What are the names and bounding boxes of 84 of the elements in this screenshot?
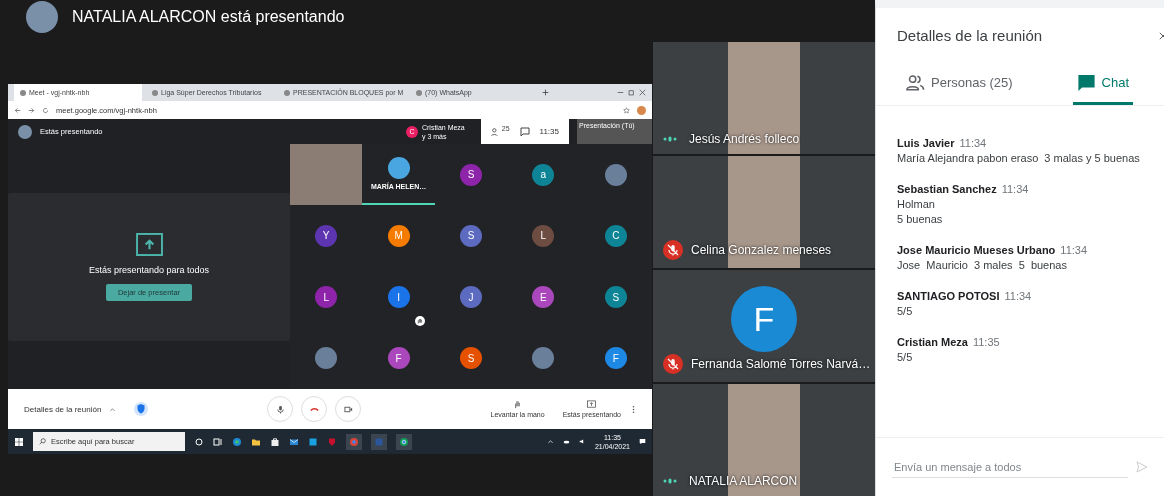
meeting-details-link[interactable]: Detalles de la reunión (24, 404, 102, 414)
message-text: María Alejandra pabon eraso 3 malas y 5 buenas (897, 152, 1141, 164)
letter-avatar: L (532, 224, 555, 247)
participant-name: Fernanda Salomé Torres Narvá… (691, 357, 871, 371)
shopping-bag-icon[interactable] (270, 436, 280, 447)
profile-avatar[interactable] (637, 105, 646, 115)
letter-avatar: E (532, 286, 555, 309)
avatar-picture (315, 347, 338, 370)
app-tile-icon[interactable] (308, 436, 318, 447)
message-time: 11:34 (1004, 290, 1032, 302)
message-text: 5 buenas (897, 213, 944, 225)
camera-icon[interactable] (343, 404, 353, 414)
message-time: 11:35 (972, 336, 1000, 348)
message-time: 11:34 (1060, 244, 1088, 256)
clock-time: 11:35 (539, 127, 559, 136)
presenter-label: NATALIA ALARCON está presentando (72, 8, 345, 26)
letter-avatar: I (387, 286, 410, 309)
message-sender: Cristian Meza (897, 336, 968, 348)
shield-icon[interactable] (327, 436, 337, 447)
letter-avatar: S (460, 347, 482, 370)
cloud-icon[interactable] (562, 438, 570, 445)
plus-icon[interactable] (542, 89, 549, 96)
message-sender: Luis Javier (897, 137, 955, 149)
participant-name: Celina Gonzalez meneses (691, 243, 832, 257)
letter-avatar: Y (315, 224, 338, 247)
letter-avatar: F (604, 347, 627, 370)
letter-avatar: F (731, 286, 797, 352)
star-icon[interactable] (623, 106, 630, 114)
back-arrow-icon[interactable] (14, 106, 21, 114)
avatar-picture (532, 347, 555, 370)
panel-title: Detalles de la reunión (897, 27, 1044, 44)
letter-avatar: M (387, 224, 410, 247)
raised-hand-icon (414, 315, 425, 326)
panel-tab[interactable]: Chat (1072, 63, 1133, 105)
message-text: 5/5 (897, 351, 914, 363)
close-icon[interactable] (639, 89, 646, 96)
avatar-picture (387, 157, 410, 180)
circle-icon[interactable] (194, 436, 204, 447)
user-avatar (18, 124, 32, 139)
letter-avatar: C (604, 224, 627, 247)
hand-icon[interactable] (513, 400, 523, 409)
letter-avatar: J (460, 286, 482, 309)
message-sender: SANTIAGO POTOSI (897, 290, 1000, 302)
people-icon[interactable] (906, 73, 925, 92)
chat-icon[interactable] (519, 126, 530, 137)
reload-icon[interactable] (42, 106, 49, 114)
browser-icon[interactable] (346, 433, 362, 450)
present-screen-icon (135, 232, 163, 256)
browser-icon[interactable] (396, 433, 412, 450)
search-icon[interactable] (39, 438, 46, 445)
presenter-avatar (26, 1, 58, 33)
letter-avatar: a (532, 163, 555, 186)
notification-icon[interactable] (639, 438, 646, 445)
letter-avatar: L (315, 286, 338, 309)
letter-avatar: S (460, 224, 482, 247)
present-screen-icon[interactable] (587, 400, 597, 409)
shield-icon[interactable] (134, 401, 149, 417)
restore-icon[interactable] (628, 89, 635, 96)
browser-icon[interactable] (232, 436, 242, 447)
message-time: 11:34 (959, 137, 987, 149)
minimize-icon[interactable] (617, 89, 624, 96)
letter-avatar: S (604, 286, 627, 309)
message-text: 5/5 (897, 305, 914, 317)
participant-name: NATALIA ALARCON (689, 474, 798, 488)
people-icon[interactable] (490, 126, 501, 137)
message-text: Holman (897, 198, 936, 210)
avatar-picture (604, 163, 627, 186)
forward-arrow-icon[interactable] (28, 106, 35, 114)
presenting-message: Estás presentando para todos (88, 264, 210, 275)
chat-icon[interactable] (1076, 73, 1096, 92)
letter-avatar: S (460, 163, 482, 186)
panel-tab[interactable]: Personas (25) (902, 63, 1017, 105)
mail-icon[interactable] (289, 436, 299, 447)
message-sender: Sebastian Sanchez (897, 183, 997, 195)
message-text: Jose Mauricio 3 males 5 buenas (897, 259, 1068, 271)
windows-logo-icon[interactable] (14, 436, 24, 447)
letter-avatar: F (387, 347, 410, 370)
chevron-up-icon[interactable] (546, 438, 554, 445)
close-icon[interactable] (1159, 31, 1164, 40)
message-time: 11:34 (1001, 183, 1029, 195)
message-sender: Jose Mauricio Mueses Urbano (897, 244, 1056, 256)
microphone-icon[interactable] (275, 404, 285, 414)
speaker-icon[interactable] (578, 438, 586, 445)
task-view-icon[interactable] (213, 436, 223, 447)
